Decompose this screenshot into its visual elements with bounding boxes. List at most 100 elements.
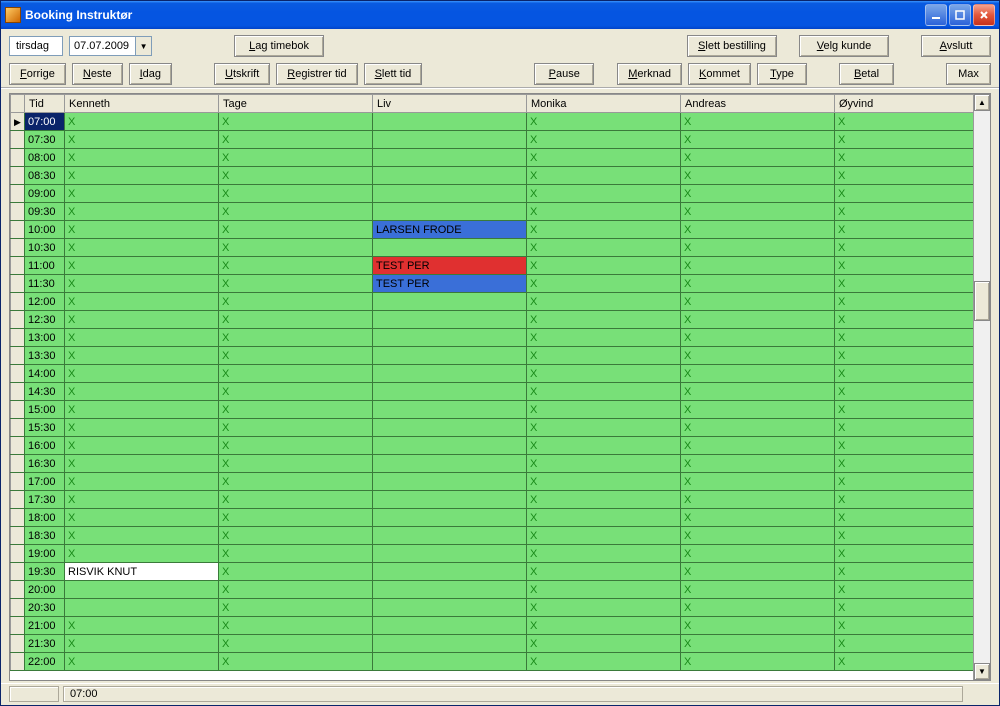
slot-cell[interactable] — [527, 653, 681, 671]
slot-cell[interactable] — [219, 473, 373, 491]
time-cell[interactable]: 16:30 — [25, 455, 65, 473]
slot-cell[interactable] — [65, 455, 219, 473]
slot-cell[interactable] — [65, 509, 219, 527]
slot-cell[interactable] — [219, 635, 373, 653]
idag-button[interactable]: Idag — [129, 63, 172, 85]
slot-cell[interactable] — [65, 401, 219, 419]
table-row[interactable]: 18:30 — [11, 527, 974, 545]
slot-cell[interactable] — [65, 311, 219, 329]
table-row[interactable]: 12:30 — [11, 311, 974, 329]
slot-cell[interactable] — [219, 185, 373, 203]
slot-cell[interactable] — [681, 293, 835, 311]
time-cell[interactable]: 12:00 — [25, 293, 65, 311]
time-cell[interactable]: 11:00 — [25, 257, 65, 275]
slot-cell[interactable] — [373, 131, 527, 149]
slot-cell[interactable] — [527, 545, 681, 563]
slot-cell[interactable] — [681, 203, 835, 221]
minimize-button[interactable] — [925, 4, 947, 26]
slot-cell[interactable] — [373, 527, 527, 545]
table-row[interactable]: 11:00TEST PER — [11, 257, 974, 275]
row-indicator[interactable] — [11, 185, 25, 203]
slot-cell[interactable] — [65, 527, 219, 545]
slot-cell[interactable] — [681, 599, 835, 617]
lag-timebok-button[interactable]: Lag timebok — [234, 35, 324, 57]
table-row[interactable]: 15:30 — [11, 419, 974, 437]
slot-cell[interactable] — [219, 347, 373, 365]
slot-cell[interactable] — [219, 419, 373, 437]
time-cell[interactable]: 14:30 — [25, 383, 65, 401]
slot-cell[interactable] — [219, 221, 373, 239]
slot-cell[interactable] — [681, 473, 835, 491]
slot-cell[interactable] — [835, 185, 974, 203]
slot-cell[interactable] — [65, 419, 219, 437]
slot-cell[interactable] — [65, 653, 219, 671]
column-header[interactable]: Tage — [219, 95, 373, 113]
slot-cell[interactable] — [681, 185, 835, 203]
slot-cell[interactable] — [65, 491, 219, 509]
time-cell[interactable]: 17:00 — [25, 473, 65, 491]
slot-cell[interactable] — [373, 329, 527, 347]
slot-cell[interactable] — [65, 185, 219, 203]
row-indicator[interactable] — [11, 347, 25, 365]
slot-cell[interactable] — [835, 509, 974, 527]
slot-cell[interactable] — [373, 203, 527, 221]
row-indicator[interactable] — [11, 113, 25, 131]
table-row[interactable]: 14:00 — [11, 365, 974, 383]
time-cell[interactable]: 21:30 — [25, 635, 65, 653]
slot-cell[interactable] — [835, 437, 974, 455]
slot-cell[interactable] — [527, 149, 681, 167]
slot-cell[interactable] — [65, 617, 219, 635]
column-header[interactable]: Andreas — [681, 95, 835, 113]
velg-kunde-button[interactable]: Velg kunde — [799, 35, 889, 57]
time-cell[interactable]: 13:00 — [25, 329, 65, 347]
time-cell[interactable]: 09:30 — [25, 203, 65, 221]
row-indicator[interactable] — [11, 401, 25, 419]
table-row[interactable]: 17:30 — [11, 491, 974, 509]
column-header[interactable]: Øyvind — [835, 95, 974, 113]
slot-cell[interactable] — [219, 149, 373, 167]
merknad-button[interactable]: Merknad — [617, 63, 682, 85]
slot-cell[interactable] — [681, 167, 835, 185]
slot-cell[interactable] — [219, 563, 373, 581]
time-cell[interactable]: 20:30 — [25, 599, 65, 617]
slot-cell[interactable] — [219, 653, 373, 671]
column-header[interactable]: Liv — [373, 95, 527, 113]
slot-cell[interactable] — [527, 509, 681, 527]
row-indicator[interactable] — [11, 581, 25, 599]
time-cell[interactable]: 11:30 — [25, 275, 65, 293]
slot-cell[interactable] — [219, 491, 373, 509]
column-header[interactable]: Monika — [527, 95, 681, 113]
time-cell[interactable]: 20:00 — [25, 581, 65, 599]
type-button[interactable]: Type — [757, 63, 807, 85]
slot-cell[interactable] — [835, 329, 974, 347]
row-indicator[interactable] — [11, 257, 25, 275]
slot-cell[interactable] — [373, 509, 527, 527]
slot-cell[interactable] — [835, 257, 974, 275]
slot-cell[interactable] — [527, 491, 681, 509]
table-row[interactable]: 11:30TEST PER — [11, 275, 974, 293]
time-cell[interactable]: 09:00 — [25, 185, 65, 203]
time-cell[interactable]: 21:00 — [25, 617, 65, 635]
pause-button[interactable]: Pause — [534, 63, 594, 85]
slot-cell[interactable] — [373, 545, 527, 563]
table-row[interactable]: 16:00 — [11, 437, 974, 455]
slot-cell[interactable] — [681, 329, 835, 347]
slot-cell[interactable] — [835, 347, 974, 365]
table-row[interactable]: 16:30 — [11, 455, 974, 473]
slot-cell[interactable] — [373, 383, 527, 401]
slot-cell[interactable] — [373, 473, 527, 491]
slot-cell[interactable] — [681, 275, 835, 293]
slot-cell[interactable] — [527, 113, 681, 131]
row-indicator[interactable] — [11, 203, 25, 221]
time-cell[interactable]: 14:00 — [25, 365, 65, 383]
table-row[interactable]: 13:30 — [11, 347, 974, 365]
time-cell[interactable]: 19:00 — [25, 545, 65, 563]
slot-cell[interactable] — [527, 419, 681, 437]
slot-cell[interactable] — [527, 473, 681, 491]
slot-cell[interactable] — [681, 419, 835, 437]
avslutt-button[interactable]: Avslutt — [921, 35, 991, 57]
slot-cell[interactable] — [373, 149, 527, 167]
table-row[interactable]: 12:00 — [11, 293, 974, 311]
slot-cell[interactable] — [219, 113, 373, 131]
table-row[interactable]: 08:00 — [11, 149, 974, 167]
